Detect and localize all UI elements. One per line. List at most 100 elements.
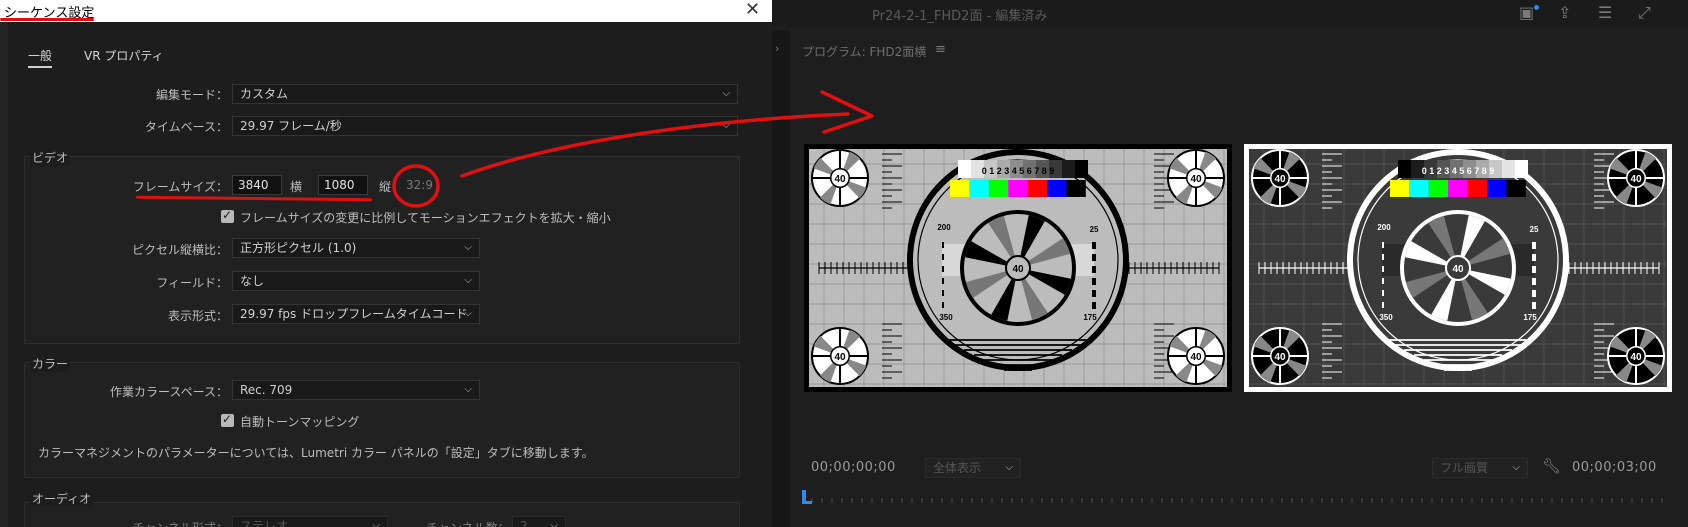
project-title: Pr24-2-1_FHD2面 - 編集済み (872, 9, 1048, 24)
audio-section-title: オーディオ (30, 490, 94, 507)
scale-motion-checkbox[interactable]: ✓ (221, 208, 234, 223)
dash-mark (1092, 254, 1096, 261)
dash-mark (1382, 242, 1384, 248)
chevron-down-icon: ⌵ (464, 242, 472, 253)
panels-icon[interactable]: ☰ (1598, 3, 1612, 22)
duration-timecode: 00;00;03;00 (1572, 460, 1657, 475)
center-circle-number: 40 (1452, 264, 1464, 275)
dash-mark (1532, 242, 1536, 249)
color-bar (950, 180, 970, 197)
chevron-down-icon: ⌵ (464, 384, 472, 395)
color-bar (1506, 180, 1526, 197)
color-bar (1066, 180, 1086, 197)
time-ruler[interactable] (802, 493, 1672, 507)
label-200: 200 (1377, 223, 1391, 232)
corner-circle-number: 40 (1274, 174, 1286, 185)
dash-mark (1092, 302, 1096, 309)
workspace-icon[interactable]: ▣ (1519, 3, 1534, 22)
tab-vr-properties[interactable]: VR プロパティ (84, 47, 164, 64)
dash-mark (1532, 254, 1536, 261)
field-select[interactable]: なし ⌵ (232, 271, 480, 291)
dash-mark (1382, 278, 1384, 284)
close-icon[interactable]: ✕ (745, 0, 760, 20)
display-format-select[interactable]: 29.97 fps ドロップフレームタイムコード ⌵ (232, 304, 480, 324)
dash-mark (1532, 278, 1536, 285)
dash-mark (1092, 278, 1096, 285)
label-175: 175 (1083, 313, 1097, 322)
gray-step (1398, 160, 1411, 178)
test-pattern-inverted: 40 40 40 40 0 1 2 3 4 5 6 7 8 9 40 200 25 350 175 (1244, 144, 1672, 392)
dash-mark (1532, 266, 1536, 273)
pixel-aspect-value: 正方形ピクセル (1.0) (240, 241, 357, 255)
channel-count-value: 2 (520, 519, 528, 527)
field-value: なし (240, 274, 265, 288)
check-icon: ✓ (222, 412, 233, 426)
edit-mode-label: 編集モード： (155, 88, 228, 102)
working-color-space-value: Rec. 709 (240, 383, 293, 397)
display-format-label: 表示形式： (167, 309, 228, 323)
share-icon[interactable]: ⇪ (1558, 3, 1571, 22)
working-color-space-select[interactable]: Rec. 709 ⌵ (232, 380, 480, 400)
check-icon: ✓ (222, 208, 233, 222)
wrench-icon[interactable]: 🔧︎ (1542, 457, 1561, 475)
corner-circle-number: 40 (1630, 174, 1642, 185)
current-timecode[interactable]: 00;00;00;00 (811, 460, 896, 475)
channel-count-select[interactable]: 2 ⌵ (512, 516, 566, 527)
gray-step (958, 160, 971, 178)
dialog-titlebar: シーケンス設定 ✕ (0, 0, 772, 22)
label-350: 350 (939, 313, 953, 322)
channel-format-value: ステレオ (240, 519, 289, 527)
tone-mapping-checkbox[interactable]: ✓ (221, 412, 234, 427)
quality-select[interactable]: フル画質 ⌵ (1432, 458, 1528, 478)
dash-mark (1092, 290, 1096, 297)
video-section-title: ビデオ (30, 149, 71, 166)
label-175: 175 (1523, 313, 1537, 322)
color-bar (1409, 180, 1429, 197)
frame-height-input[interactable]: 1080 (318, 175, 368, 195)
gray-step (1062, 160, 1075, 178)
corner-circle-number: 40 (1274, 352, 1286, 363)
gray-scale-labels: 0 1 2 3 4 5 6 7 8 9 (1422, 166, 1495, 176)
panel-menu-icon[interactable]: ≡ (935, 42, 946, 57)
chevron-down-icon: ⌵ (1512, 462, 1520, 473)
pixel-aspect-select[interactable]: 正方形ピクセル (1.0) ⌵ (232, 238, 480, 258)
fullscreen-icon[interactable]: ⤢ (1638, 3, 1651, 23)
color-bar (1467, 180, 1487, 197)
label-350: 350 (1379, 313, 1393, 322)
width-unit-label: 横 (290, 180, 303, 194)
frame-width-input[interactable]: 3840 (232, 175, 282, 195)
red-annotation-strokes (392, 90, 874, 208)
dash-mark (1382, 266, 1384, 272)
color-bar (1390, 180, 1410, 197)
dash-mark (942, 278, 944, 284)
dash-mark (1382, 302, 1384, 308)
notification-dot (1534, 5, 1539, 10)
center-circle-number: 40 (1012, 264, 1024, 275)
quality-value: フル画質 (1440, 461, 1489, 475)
gray-step (1502, 160, 1515, 178)
chevron-right-icon[interactable]: › (775, 42, 779, 55)
red-underline-title (0, 18, 94, 21)
dash-mark (942, 302, 944, 308)
fit-value: 全体表示 (933, 461, 982, 475)
corner-circle-number: 40 (1630, 352, 1642, 363)
tone-mapping-label: 自動トーンマッピング (240, 415, 360, 429)
color-bar (1428, 180, 1449, 197)
color-management-note: カラーマネジメントのパラメーターについては、Lumetri カラー パネルの「設… (38, 446, 594, 460)
dash-mark (1532, 290, 1536, 297)
gray-step (1075, 160, 1088, 178)
gray-scale-labels: 0 1 2 3 4 5 6 7 8 9 (982, 166, 1055, 176)
label-200: 200 (937, 223, 951, 232)
color-bar (1487, 180, 1507, 197)
dash-mark (942, 290, 944, 296)
tab-general[interactable]: 一般 (28, 47, 52, 64)
dash-mark (942, 266, 944, 272)
timebase-label: タイムベース： (144, 120, 228, 134)
dash-mark (1382, 254, 1384, 260)
color-bar (1047, 180, 1067, 197)
playhead-foot (802, 501, 812, 504)
corner-circle-number: 40 (834, 352, 846, 363)
fit-select[interactable]: 全体表示 ⌵ (925, 458, 1021, 478)
scale-motion-label: フレームサイズの変更に比例してモーションエフェクトを拡大・縮小 (240, 211, 611, 225)
channel-format-select[interactable]: ステレオ ⌵ (232, 516, 388, 527)
